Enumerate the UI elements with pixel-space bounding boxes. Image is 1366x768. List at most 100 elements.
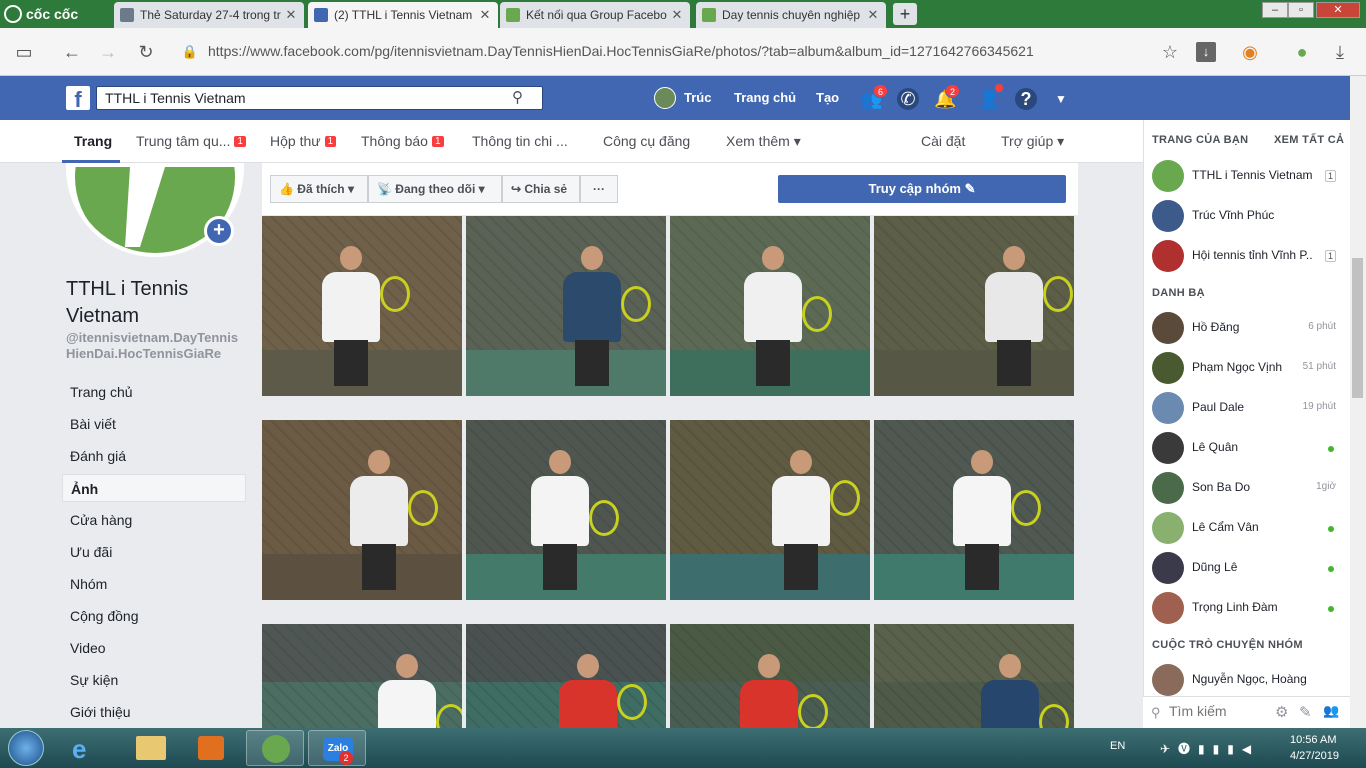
follow-button[interactable]: 📡 Đang theo dõi ▾	[368, 175, 502, 203]
close-window-button[interactable]: ✕	[1316, 2, 1360, 18]
album-photo[interactable]	[670, 420, 870, 600]
page-tab[interactable]: Thông báo 1	[361, 133, 444, 149]
new-group-icon[interactable]: 👥	[1323, 703, 1339, 719]
media-player-icon[interactable]	[198, 736, 224, 760]
facebook-search-input[interactable]: TTHL i Tennis Vietnam	[96, 86, 543, 110]
page-nav-item[interactable]: Nhóm	[62, 570, 246, 598]
home-link[interactable]: Trang chủ	[734, 90, 796, 105]
page-nav-item[interactable]: Cửa hàng	[62, 506, 246, 534]
download-icon[interactable]: ⤓	[1330, 42, 1350, 62]
tab-close-icon[interactable]: ✕	[478, 7, 492, 23]
page-nav-item[interactable]: Trang chủ	[62, 378, 246, 406]
contact-item[interactable]: Son Ba Do 1giờ	[1152, 470, 1340, 506]
contact-item[interactable]: Dũng Lê	[1152, 550, 1340, 586]
page-nav-item[interactable]: Đánh giá	[62, 442, 246, 470]
forward-icon[interactable]: →	[98, 42, 118, 62]
page-nav-item[interactable]: Sự kiện	[62, 666, 246, 694]
contact-item[interactable]: Hồ Đăng 6 phút	[1152, 310, 1340, 346]
page-tab[interactable]: Xem thêm ▾	[726, 133, 801, 150]
page-tab[interactable]: Cài đặt	[921, 133, 965, 149]
page-tab[interactable]: Trung tâm qu... 1	[136, 133, 246, 149]
add-photo-icon[interactable]: +	[204, 216, 234, 246]
browser-logo[interactable]: cốc cốc	[4, 4, 78, 24]
like-button[interactable]: 👍 Đã thích ▾	[270, 175, 368, 203]
page-nav-item[interactable]: Ưu đãi	[62, 538, 246, 566]
album-photo[interactable]	[466, 624, 666, 728]
start-button-icon[interactable]	[8, 730, 44, 766]
page-scrollbar[interactable]	[1350, 76, 1366, 728]
album-photo[interactable]	[670, 624, 870, 728]
extension-green-icon[interactable]: ●	[1292, 42, 1312, 62]
messenger-icon[interactable]: ✆	[897, 88, 919, 110]
search-icon[interactable]: ⚲	[512, 88, 523, 106]
album-photo[interactable]	[466, 216, 666, 396]
sidebar-page-item[interactable]: Trúc Vĩnh Phúc	[1152, 198, 1340, 234]
tray-icons[interactable]: ✈🅥▮▮▮◀	[1160, 740, 1259, 757]
album-photo[interactable]	[262, 216, 462, 396]
clock-date[interactable]: 4/27/2019	[1290, 750, 1339, 762]
page-nav-item[interactable]: Ảnh	[62, 474, 246, 502]
account-menu-icon[interactable]: ▼	[1050, 88, 1072, 110]
page-tab[interactable]: Trang	[74, 133, 112, 149]
new-tab-button[interactable]: +	[893, 3, 917, 25]
browser-tab[interactable]: Day tennis chuyên nghiệp ✕	[696, 2, 886, 28]
page-nav-item[interactable]: Bài viết	[62, 410, 246, 438]
minimize-button[interactable]: –	[1262, 2, 1288, 18]
page-tab[interactable]: Trợ giúp ▾	[1001, 133, 1064, 150]
facebook-logo-icon[interactable]: f	[66, 86, 90, 112]
album-photo[interactable]	[466, 420, 666, 600]
group-chat-item[interactable]: Nguyễn Ngọc, Hoàng	[1152, 662, 1340, 698]
page-tab[interactable]: Hộp thư 1	[270, 133, 337, 149]
user-name-link[interactable]: Trúc	[684, 90, 711, 105]
browser-tab[interactable]: (2) TTHL i Tennis Vietnam ✕	[308, 2, 498, 28]
share-button[interactable]: ↪ Chia sẻ	[502, 175, 580, 203]
url-field[interactable]: https://www.facebook.com/pg/itennisvietn…	[208, 43, 1034, 59]
clock-time[interactable]: 10:56 AM	[1290, 734, 1336, 746]
internet-explorer-icon[interactable]: e	[72, 734, 86, 765]
coccoc-taskbar-button[interactable]	[246, 730, 304, 766]
contact-item[interactable]: Lê Quân	[1152, 430, 1340, 466]
reload-icon[interactable]: ↻	[136, 42, 156, 62]
zalo-taskbar-button[interactable]: Zalo 2	[308, 730, 366, 766]
page-tab[interactable]: Thông tin chi ...	[472, 133, 568, 149]
language-indicator[interactable]: EN	[1110, 740, 1125, 752]
album-photo[interactable]	[670, 216, 870, 396]
contact-item[interactable]: Lê Cẩm Vân	[1152, 510, 1340, 546]
save-icon[interactable]: ↓	[1196, 42, 1216, 62]
album-photo[interactable]	[262, 624, 462, 728]
chat-search-input[interactable]	[1169, 703, 1269, 719]
contact-item[interactable]: Phạm Ngọc Vịnh 51 phút	[1152, 350, 1340, 386]
album-photo[interactable]	[874, 216, 1074, 396]
page-handle[interactable]: @itennisvietnam.DayTennisHienDai.HocTenn…	[66, 330, 244, 362]
page-nav-item[interactable]: Giới thiệu	[62, 698, 246, 726]
album-photo[interactable]	[874, 420, 1074, 600]
page-tab[interactable]: Công cụ đăng	[603, 133, 690, 149]
new-message-icon[interactable]: ✎	[1299, 703, 1312, 721]
maximize-button[interactable]: ▫	[1288, 2, 1314, 18]
back-icon[interactable]: ←	[62, 42, 82, 62]
tab-close-icon[interactable]: ✕	[866, 7, 880, 23]
album-photo[interactable]	[874, 624, 1074, 728]
sidebar-toggle-icon[interactable]: ▭	[14, 42, 34, 62]
settings-gear-icon[interactable]: ⚙	[1275, 703, 1288, 721]
extension-icon[interactable]: ◉	[1240, 42, 1260, 62]
sidebar-page-item[interactable]: TTHL i Tennis Vietnam 1	[1152, 158, 1340, 194]
contact-item[interactable]: Paul Dale 19 phút	[1152, 390, 1340, 426]
create-link[interactable]: Tạo	[816, 90, 839, 105]
browser-tab[interactable]: Thẻ Saturday 27-4 trong tr ✕	[114, 2, 304, 28]
album-photo[interactable]	[262, 420, 462, 600]
scrollbar-thumb[interactable]	[1352, 258, 1363, 398]
browser-tab[interactable]: Kết nối qua Group Facebo ✕	[500, 2, 690, 28]
visit-group-button[interactable]: Truy cập nhóm ✎	[778, 175, 1066, 203]
page-nav-item[interactable]: Cộng đồng	[62, 602, 246, 630]
sidebar-page-item[interactable]: Hội tennis tỉnh Vĩnh P... 1	[1152, 238, 1340, 274]
contact-item[interactable]: Trọng Linh Đàm	[1152, 590, 1340, 626]
user-avatar[interactable]	[654, 87, 676, 109]
page-nav-item[interactable]: Video	[62, 634, 246, 662]
file-explorer-icon[interactable]	[136, 736, 166, 760]
more-options-button[interactable]: ···	[580, 175, 618, 203]
help-icon[interactable]: ?	[1015, 88, 1037, 110]
tab-close-icon[interactable]: ✕	[670, 7, 684, 23]
see-all-link[interactable]: XEM TẤT CẢ	[1274, 134, 1344, 146]
bookmark-star-icon[interactable]: ☆	[1160, 42, 1180, 62]
